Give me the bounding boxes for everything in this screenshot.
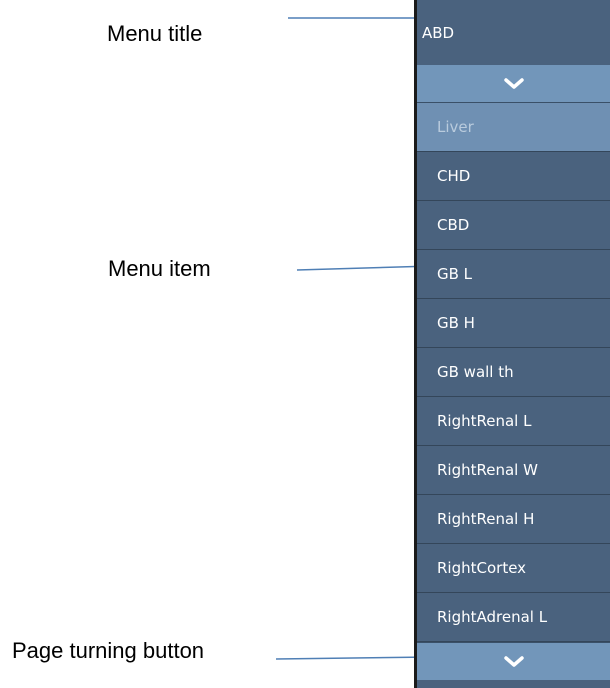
measurement-menu-panel: ABD Liver CHD CBD GB L GB H GB wall th RightRe… (414, 0, 610, 688)
menu-item-label: RightRenal H (437, 510, 535, 528)
page-down-button[interactable] (417, 642, 610, 680)
menu-item-label: Liver (437, 118, 474, 136)
menu-item[interactable]: Liver (417, 103, 610, 152)
menu-title: ABD (417, 0, 610, 65)
menu-item[interactable]: CHD (417, 152, 610, 201)
menu-item[interactable]: GB wall th (417, 348, 610, 397)
menu-item-callout-line (296, 265, 434, 271)
menu-item[interactable]: GB H (417, 299, 610, 348)
menu-item-label: GB H (437, 314, 475, 332)
menu-item-label: CHD (437, 167, 471, 185)
menu-item[interactable]: RightRenal L (417, 397, 610, 446)
menu-item-list: Liver CHD CBD GB L GB H GB wall th RightRenal … (417, 103, 610, 642)
menu-item-label: GB L (437, 265, 473, 283)
page-turning-annotation: Page turning button (12, 638, 205, 663)
menu-item-annotation: Menu item (108, 256, 211, 281)
menu-item[interactable]: RightRenal W (417, 446, 610, 495)
menu-item-label: CBD (437, 216, 470, 234)
menu-item[interactable]: RightAdrenal L (417, 593, 610, 642)
chevron-down-icon (503, 655, 524, 667)
page-up-button[interactable] (417, 65, 610, 103)
menu-item-label: RightRenal L (437, 412, 532, 430)
menu-title-annotation: Menu title (107, 21, 203, 46)
menu-item[interactable]: RightCortex (417, 544, 610, 593)
menu-item-label: RightRenal W (437, 461, 538, 479)
menu-item[interactable]: CBD (417, 201, 610, 250)
chevron-down-icon (503, 77, 524, 89)
menu-item[interactable]: GB L (417, 250, 610, 299)
menu-item-label: RightCortex (437, 559, 527, 577)
menu-item-label: GB wall th (437, 363, 514, 381)
menu-item-label: RightAdrenal L (437, 608, 548, 626)
page-turning-callout-line (275, 656, 434, 660)
annotated-menu-diagram: Menu title Menu item Page turning button… (0, 0, 610, 688)
menu-item[interactable]: RightRenal H (417, 495, 610, 544)
